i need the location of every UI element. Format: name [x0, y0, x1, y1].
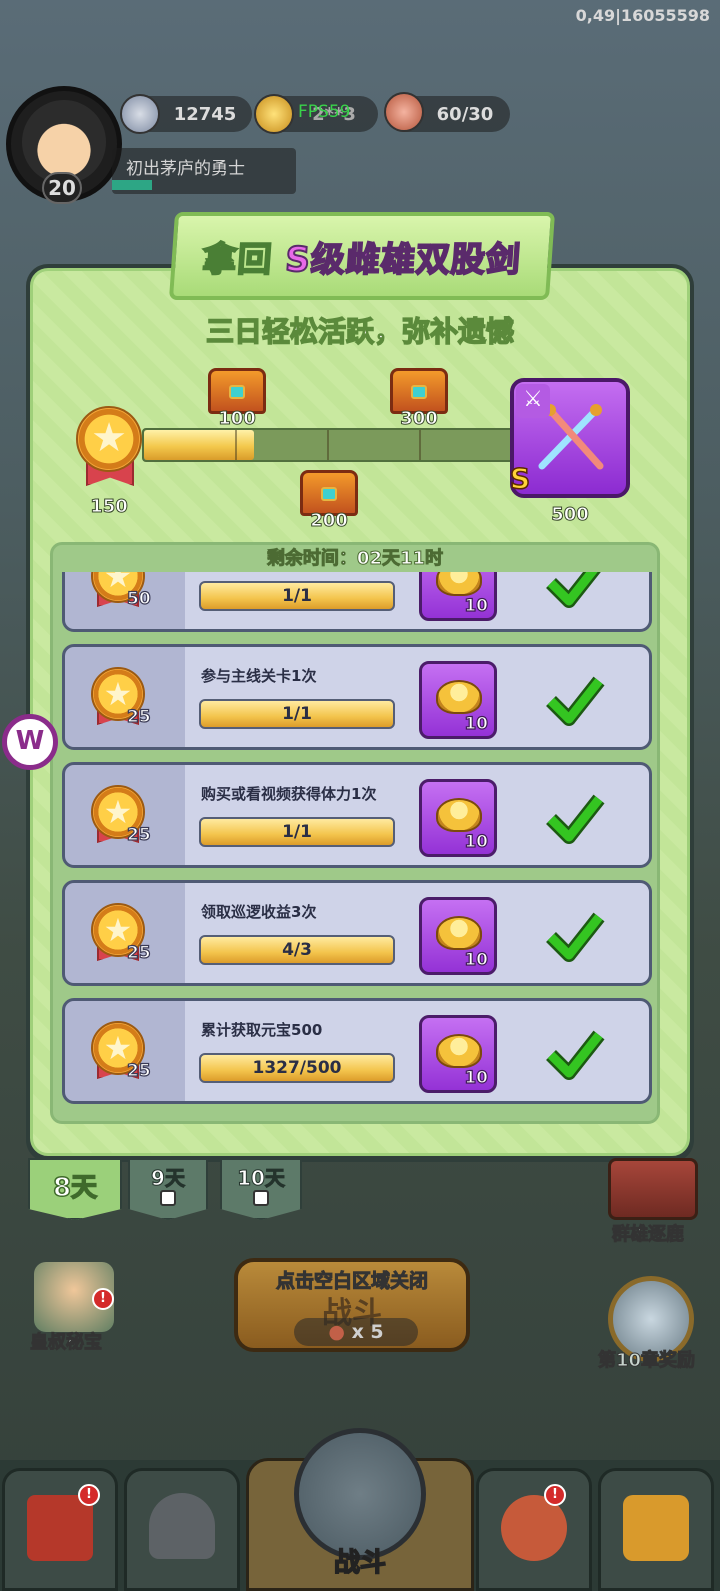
progress-tick — [419, 430, 421, 460]
reward-count: 10 — [464, 713, 489, 734]
notification-dot: ! — [544, 1484, 566, 1506]
reward-item[interactable]: 10 — [419, 779, 497, 857]
nav-upgrade[interactable] — [598, 1468, 714, 1591]
debug-readout: 0,49|16055598 — [575, 6, 710, 25]
task-row: ★ 25 领取巡逻收益3次 4/3 10 — [62, 880, 652, 986]
notification-dot: ! — [78, 1484, 100, 1506]
meat-icon — [384, 92, 424, 132]
lock-icon — [253, 1190, 269, 1206]
fps-counter: FPS59 — [298, 102, 351, 122]
chest-lock-icon — [411, 385, 427, 399]
heroes-contest-label: 群雄逐鹿 — [612, 1224, 685, 1246]
task-description: 累计获取元宝500 — [201, 1021, 323, 1039]
progress-fill — [144, 430, 254, 460]
meat-icon: ● — [328, 1321, 345, 1343]
battle-swords-icon — [294, 1428, 426, 1560]
task-description: 领取巡逻收益3次 — [201, 903, 317, 921]
banner-title: 拿回 S级雌雄双股剑 — [200, 232, 523, 281]
heroes-contest-icon[interactable] — [608, 1158, 698, 1220]
task-progress: 1/1 — [199, 817, 395, 847]
reward-count: 10 — [464, 1067, 489, 1088]
tab-day-10[interactable]: 10天 — [220, 1158, 302, 1220]
exp-bar — [112, 180, 152, 190]
current-points: 150 — [90, 496, 129, 518]
gold-ingot-icon — [436, 798, 482, 832]
task-progress: 1/1 — [199, 581, 395, 611]
reward-item[interactable]: 10 — [419, 1015, 497, 1093]
reward-count: 10 — [464, 949, 489, 970]
star-icon: ★ — [91, 415, 127, 461]
task-progress: 4/3 — [199, 935, 395, 965]
w-logo-icon[interactable]: W — [2, 714, 58, 770]
task-row: ★ 25 购买或看视频获得体力1次 1/1 10 — [62, 762, 652, 868]
reward-item[interactable]: 10 — [419, 572, 497, 621]
task-progress: 1327/500 — [199, 1053, 395, 1083]
points-medal-icon: ★ — [76, 406, 142, 472]
lock-icon — [160, 1190, 176, 1206]
chapter-reward-label: 第10章奖励 — [597, 1350, 696, 1372]
nav-heroes[interactable] — [476, 1468, 592, 1591]
event-banner: 拿回 S级雌雄双股剑 — [168, 212, 556, 300]
player-level-badge: 20 — [42, 172, 82, 204]
nav-shop[interactable] — [2, 1468, 118, 1591]
helmet-icon — [149, 1493, 215, 1559]
task-points: 25 — [126, 1060, 151, 1081]
milestone-label: 200 — [310, 510, 349, 532]
reward-item[interactable]: 10 — [419, 661, 497, 739]
tab-label: 9天 — [151, 1166, 186, 1191]
shop-icon — [27, 1495, 93, 1561]
task-progress: 1/1 — [199, 699, 395, 729]
check-icon — [546, 912, 605, 962]
gold-ingot-icon — [254, 94, 294, 134]
task-points: 25 — [126, 706, 151, 727]
nav-battle-label: 战斗 — [333, 1547, 387, 1579]
task-description: 购买或看视频获得体力1次 — [201, 785, 377, 803]
notification-dot: ! — [92, 1288, 114, 1310]
silver-amount: 12745 — [173, 103, 237, 125]
gold-ingot-icon — [436, 680, 482, 714]
remaining-time: 剩余时间：02天11时 — [266, 548, 444, 570]
weapon-type-icon: ⚔ — [516, 384, 550, 418]
gold-ingot-icon — [436, 916, 482, 950]
gold-ingot-icon — [436, 1034, 482, 1068]
check-icon — [546, 794, 605, 844]
gold-ingot-icon — [436, 572, 482, 596]
reward-count: 10 — [464, 595, 489, 616]
task-points: 50 — [126, 588, 151, 609]
uncle-treasure-label: 皇叔秘宝 — [30, 1332, 103, 1354]
banner-title-highlight: S级雌雄双股剑 — [283, 239, 523, 281]
task-row: ★ 50 1/1 10 — [62, 572, 652, 632]
check-icon — [546, 1030, 605, 1080]
task-points: 25 — [126, 824, 151, 845]
tab-day-9[interactable]: 9天 — [128, 1158, 208, 1220]
milestone-label: 300 — [400, 408, 439, 430]
progress-tick — [327, 430, 329, 460]
reward-item[interactable]: 10 — [419, 897, 497, 975]
task-list[interactable]: ★ 50 1/1 10 ★ 25 参与主线关卡1次 1/1 10 ★ 25 购买… — [62, 572, 656, 1110]
tab-label: 10天 — [237, 1166, 286, 1191]
task-row: ★ 25 累计获取元宝500 1327/500 10 — [62, 998, 652, 1104]
check-icon — [546, 676, 605, 726]
task-points: 25 — [126, 942, 151, 963]
tab-day-8[interactable]: 8天 — [28, 1158, 122, 1220]
reward-grade: S — [509, 461, 531, 496]
check-icon — [546, 572, 601, 608]
upgrade-icon — [623, 1495, 689, 1561]
event-subtitle: 三日轻松活跃，弥补遗憾 — [205, 314, 515, 349]
chest-lock-icon — [321, 487, 337, 501]
milestone-label: 100 — [218, 408, 257, 430]
task-row: ★ 25 参与主线关卡1次 1/1 10 — [62, 644, 652, 750]
fight-cost-value: x 5 — [351, 1321, 384, 1343]
nav-equipment[interactable] — [124, 1468, 240, 1591]
chest-lock-icon — [229, 385, 245, 399]
silver-coin-icon — [120, 94, 160, 134]
banner-title-prefix: 拿回 — [200, 239, 275, 281]
reward-count: 10 — [464, 831, 489, 852]
close-hint: 点击空白区域关闭 — [275, 1270, 428, 1293]
fight-cost: ● x 5 — [294, 1318, 418, 1346]
task-description: 参与主线关卡1次 — [201, 667, 317, 685]
milestone-label: 500 — [551, 504, 590, 526]
progress-tick — [235, 430, 237, 460]
stamina-amount: 60/30 — [436, 103, 494, 125]
